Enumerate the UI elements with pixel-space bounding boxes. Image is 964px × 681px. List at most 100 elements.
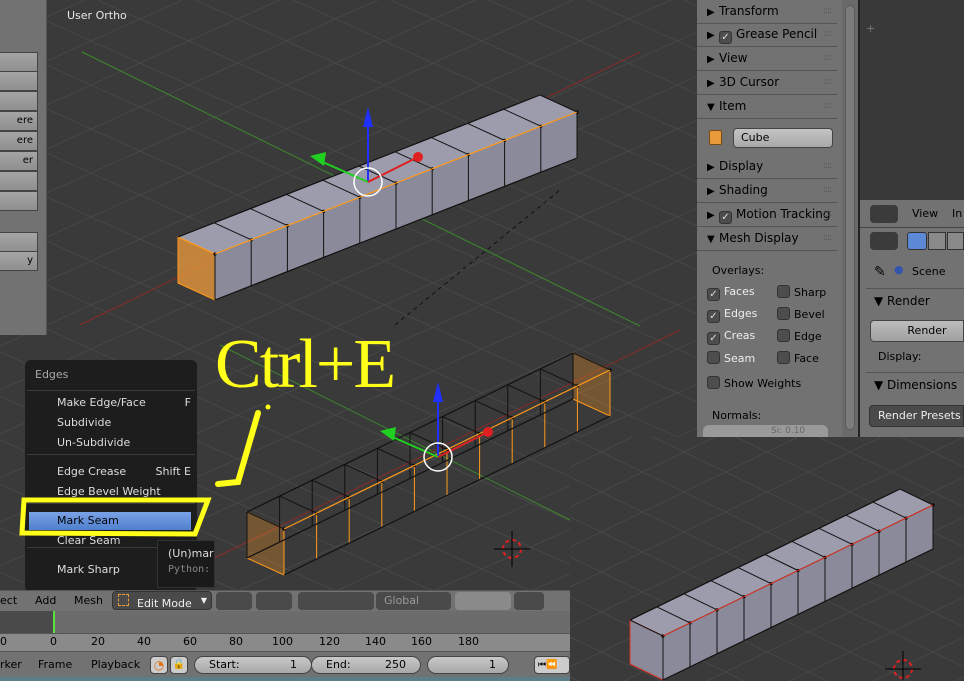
panel-mesh-display[interactable]: ▼ Mesh Display::::	[697, 227, 837, 251]
tool-button[interactable]: er	[0, 151, 38, 171]
manipulator-buttons[interactable]	[298, 592, 374, 610]
checkbox[interactable]: ✓	[719, 211, 732, 224]
overlay-label: Edge	[794, 330, 822, 343]
edge	[474, 400, 513, 419]
tool-button[interactable]: ere	[0, 111, 38, 131]
dimensions-section-header[interactable]: ▼ Dimensions	[874, 378, 957, 392]
shading-dropdown[interactable]	[216, 592, 252, 610]
checkbox[interactable]: ✓	[707, 310, 720, 323]
menu-item-make-edge-face[interactable]: Make Edge/Face F	[57, 394, 191, 412]
overlay-faces[interactable]: ✓ Faces	[707, 285, 755, 301]
timeline[interactable]: 0 0 20 40 60 80 100 120 140 160 180	[0, 611, 570, 651]
checkbox[interactable]	[707, 376, 720, 389]
drag-grip-icon[interactable]: ::::	[823, 0, 832, 22]
drag-grip-icon[interactable]: ::::	[823, 47, 832, 69]
drag-grip-icon[interactable]: ::::	[823, 155, 832, 177]
jump-start-icon[interactable]: ⏮⏪	[534, 656, 570, 674]
checkbox[interactable]	[777, 285, 790, 298]
menu-view[interactable]: View	[912, 207, 938, 220]
pin-icon[interactable]: ✎	[874, 264, 886, 280]
checkbox[interactable]	[777, 351, 790, 364]
current-frame-field[interactable]: 1	[427, 656, 509, 674]
current-frame-marker[interactable]	[53, 611, 55, 633]
menu-item-un-subdivide[interactable]: Un-Subdivide	[57, 434, 191, 452]
end-frame-field[interactable]: End: 250	[311, 656, 421, 674]
menu-separator	[27, 454, 195, 455]
overlay-sharp[interactable]: Sharp	[777, 285, 826, 299]
display-mode-icon[interactable]	[870, 232, 898, 250]
panel-item[interactable]: ▼ Item::::	[697, 95, 837, 119]
menu-mesh[interactable]: Mesh	[74, 594, 103, 607]
menu-add[interactable]: Add	[35, 594, 56, 607]
menu-frame[interactable]: Frame	[38, 658, 72, 671]
panel-display[interactable]: ▶ Display::::	[697, 155, 837, 179]
overlay-edges[interactable]: ✓ Edges	[707, 307, 757, 323]
menu-item-mark-seam[interactable]: Mark Seam	[29, 512, 191, 530]
drag-grip-icon[interactable]: ::::	[823, 95, 832, 117]
checkbox[interactable]: ✓	[719, 31, 732, 44]
keyframe-record-icon[interactable]: ◔	[150, 656, 168, 674]
tool-button[interactable]	[0, 191, 38, 211]
overlay-creas[interactable]: ✓ Creas	[707, 329, 755, 345]
layers-tab-icon[interactable]	[928, 232, 946, 250]
start-frame-field[interactable]: Start: 1	[194, 656, 312, 674]
menu-item-subdivide[interactable]: Subdivide	[57, 414, 191, 432]
drag-grip-icon[interactable]: ::::	[823, 23, 832, 45]
checkbox[interactable]	[707, 351, 720, 364]
normals-size-field[interactable]: Si: 0.10	[703, 425, 828, 437]
panel-3d-cursor[interactable]: ▶ 3D Cursor::::	[697, 71, 837, 95]
tool-button[interactable]	[0, 171, 38, 191]
timeline-tick-label: 140	[365, 635, 386, 648]
menu-info[interactable]: In	[952, 207, 962, 220]
editor-type-icon[interactable]	[870, 205, 898, 223]
tool-button[interactable]	[0, 91, 38, 111]
orientation-dropdown[interactable]: Global	[376, 592, 451, 610]
menu-select[interactable]: ect	[0, 594, 17, 607]
panel-grease-pencil[interactable]: ▶ ✓ Grease Pencil::::	[697, 23, 837, 47]
tooltip-python: Python:	[168, 564, 211, 575]
plus-icon[interactable]: +	[866, 22, 875, 35]
overlay-seam[interactable]: Seam	[707, 351, 755, 365]
tool-button[interactable]: y	[0, 251, 38, 271]
drag-grip-icon[interactable]: ::::	[823, 71, 832, 93]
select-mode-buttons[interactable]	[455, 592, 511, 610]
checkbox[interactable]: ✓	[707, 288, 720, 301]
checkbox[interactable]: ✓	[707, 332, 720, 345]
overlay-bevel[interactable]: Bevel	[777, 307, 825, 321]
render-tab-icon[interactable]	[907, 232, 927, 250]
y-arrow-head	[310, 152, 326, 166]
tool-button[interactable]	[0, 71, 38, 91]
render-button[interactable]: Render	[870, 320, 964, 342]
menu-marker[interactable]: rker	[0, 658, 22, 671]
normals-label: Normals:	[712, 409, 762, 422]
menu-separator	[27, 503, 195, 504]
drag-grip-icon[interactable]: ::::	[823, 179, 832, 201]
overlay-face[interactable]: Face	[777, 351, 819, 365]
edge	[507, 384, 546, 403]
menu-playback[interactable]: Playback	[91, 658, 140, 671]
panel-motion-tracking[interactable]: ▶ ✓ Motion Tracking::::	[697, 203, 837, 227]
item-name-field[interactable]: Cube	[733, 128, 833, 148]
tool-button[interactable]: ere	[0, 131, 38, 151]
menu-item-edge-crease[interactable]: Edge Crease Shift E	[57, 463, 191, 481]
overlay-edge[interactable]: Edge	[777, 329, 822, 343]
tool-button[interactable]	[0, 232, 38, 252]
panel-shading[interactable]: ▶ Shading::::	[697, 179, 837, 203]
drag-grip-icon[interactable]: ::::	[823, 227, 832, 249]
occlude-button[interactable]	[514, 592, 544, 610]
panel-transform[interactable]: ▶ Transform::::	[697, 0, 837, 24]
checkbox[interactable]	[777, 307, 790, 320]
panel-scrollbar[interactable]	[842, 0, 858, 437]
menu-item-label: Mark Sharp	[57, 563, 120, 576]
tool-button[interactable]	[0, 52, 38, 72]
render-presets-menu[interactable]: Render Presets	[869, 405, 964, 427]
drag-grip-icon[interactable]: ::::	[823, 203, 832, 225]
pivot-dropdown[interactable]	[256, 592, 292, 610]
show-weights-toggle[interactable]: Show Weights	[707, 376, 801, 390]
panel-view[interactable]: ▶ View::::	[697, 47, 837, 71]
lock-icon[interactable]: 🔒	[170, 656, 188, 674]
scene-tab-icon[interactable]	[947, 232, 964, 250]
checkbox[interactable]	[777, 329, 790, 342]
menu-item-edge-bevel-weight[interactable]: Edge Bevel Weight	[57, 483, 191, 501]
render-section-header[interactable]: ▼ Render	[874, 294, 930, 308]
